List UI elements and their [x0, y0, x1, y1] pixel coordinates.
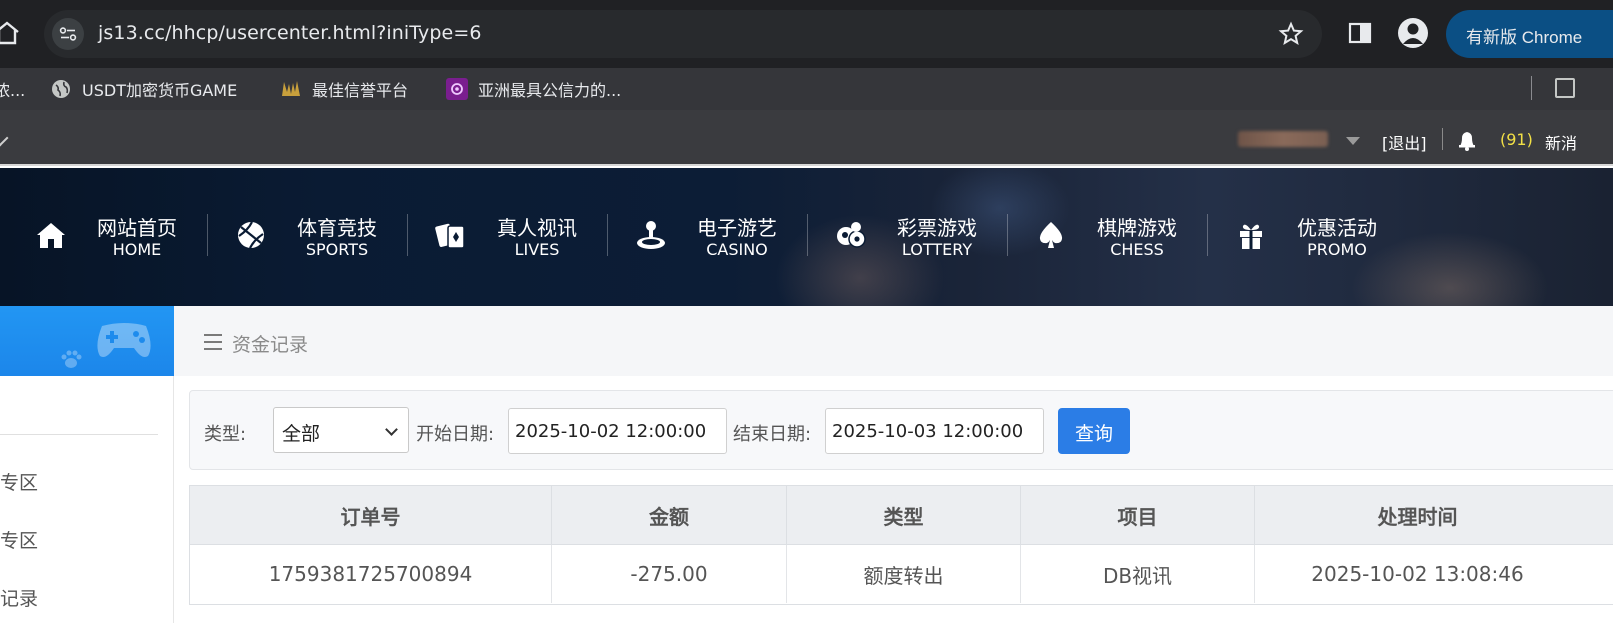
site-logo-icon	[280, 78, 302, 100]
sidebar-divider	[0, 434, 158, 435]
start-date-input[interactable]: 2025-10-02 12:00:00	[508, 408, 727, 454]
start-date-label: 开始日期:	[416, 424, 495, 445]
main-content: 资金记录 类型: 全部 开始日期: 2025-10-02 12:00:00 结束…	[174, 306, 1613, 623]
message-count[interactable]: (91)	[1500, 130, 1533, 149]
spade-icon	[1034, 218, 1068, 252]
browser-toolbar: js13.cc/hhcp/usercenter.html?iniType=6 有…	[0, 0, 1613, 68]
user-sidebar: 专区 专区 记录	[0, 306, 174, 623]
bookmark-item[interactable]: USDT加密货币GAME	[50, 77, 237, 101]
column-header: 项目	[1020, 486, 1254, 544]
nav-lives[interactable]: 真人视讯 LIVES	[400, 212, 600, 262]
sidebar-item[interactable]: 记录	[0, 584, 38, 611]
main-nav: 网站首页 HOME 体育竞技 SPORTS 真人视讯 LIVES 电子游艺 CA…	[0, 168, 1613, 306]
nav-label-cn: 体育竞技	[297, 216, 377, 240]
nav-lottery[interactable]: 彩票游戏 LOTTERY	[800, 212, 1000, 262]
side-panel-icon[interactable]	[1347, 20, 1373, 46]
bookmark-label: 亚洲最具公信力的...	[478, 81, 622, 100]
order-id-cell: 1759381725700894	[268, 562, 473, 586]
bookmark-label: 最佳信誉平台	[312, 81, 409, 100]
time-cell: 2025-10-02 13:08:46	[1254, 545, 1580, 603]
type-cell: 额度转出	[786, 545, 1020, 603]
site-user-bar: [退出] (91) 新消	[0, 110, 1613, 166]
amount-cell: -275.00	[551, 545, 786, 603]
nav-casino[interactable]: 电子游艺 CASINO	[600, 212, 800, 262]
type-select-value: 全部	[282, 423, 321, 445]
nav-label-en: CHESS	[1110, 240, 1164, 259]
column-header: 金额	[551, 486, 786, 544]
bookmark-item[interactable]: 亚洲最具公信力的...	[446, 77, 621, 101]
sidebar-item[interactable]: 专区	[0, 526, 38, 553]
nav-label-en: HOME	[112, 240, 162, 259]
project-cell: DB视讯	[1020, 545, 1254, 603]
sidebar-header	[0, 306, 174, 376]
table-header: 订单号 金额 类型 项目 处理时间	[189, 485, 1613, 545]
gamepad-icon	[92, 316, 156, 362]
table-row: 1759381725700894 -275.00 额度转出 DB视讯 2025-…	[189, 545, 1613, 605]
nav-label-en: CASINO	[706, 240, 768, 259]
paw-icon	[60, 350, 82, 368]
sidebar-item[interactable]: 专区	[0, 468, 38, 495]
end-date-label: 结束日期:	[733, 424, 812, 445]
home-icon[interactable]	[0, 18, 22, 48]
lottery-balls-icon	[834, 218, 868, 252]
type-select[interactable]: 全部	[273, 407, 409, 453]
address-bar[interactable]: js13.cc/hhcp/usercenter.html?iniType=6	[44, 10, 1322, 58]
end-date-input[interactable]: 2025-10-03 12:00:00	[825, 408, 1044, 454]
column-header: 处理时间	[1254, 486, 1580, 544]
nav-label-cn: 彩票游戏	[897, 216, 977, 240]
nav-sports[interactable]: 体育竞技 SPORTS	[200, 212, 400, 262]
profile-avatar-icon[interactable]	[1398, 18, 1428, 48]
type-label: 类型:	[204, 424, 247, 445]
username-redacted	[1238, 131, 1328, 147]
bookmark-folder-icon[interactable]	[1555, 78, 1575, 98]
nav-label-cn: 电子游艺	[697, 216, 777, 240]
chevron-left-icon[interactable]	[0, 129, 9, 147]
site-logo-icon	[446, 78, 468, 100]
nav-label-en: SPORTS	[305, 240, 369, 259]
nav-label-en: LIVES	[514, 240, 560, 259]
bookmark-label: 浓...	[0, 81, 26, 100]
divider	[1442, 128, 1443, 150]
home-icon	[34, 218, 68, 252]
nav-chess[interactable]: 棋牌游戏 CHESS	[1000, 212, 1200, 262]
bookmarks-divider	[1531, 76, 1532, 100]
ball-icon	[234, 218, 268, 252]
nav-label-cn: 网站首页	[97, 216, 177, 240]
nav-label-cn: 棋牌游戏	[1097, 216, 1177, 240]
joystick-icon	[634, 218, 668, 252]
url-text[interactable]: js13.cc/hhcp/usercenter.html?iniType=6	[98, 22, 482, 44]
nav-promo[interactable]: 优惠活动 PROMO	[1200, 212, 1400, 262]
nav-label-cn: 优惠活动	[1297, 216, 1377, 240]
chevron-down-icon[interactable]	[1346, 137, 1360, 145]
bookmark-star-icon[interactable]	[1278, 21, 1304, 47]
page-title: 资金记录	[232, 334, 309, 356]
logout-link[interactable]: [退出]	[1382, 130, 1427, 154]
bookmark-item[interactable]: 最佳信誉平台	[280, 77, 408, 101]
cards-icon	[434, 218, 468, 252]
column-header: 订单号	[340, 504, 401, 529]
nav-label-en: LOTTERY	[901, 240, 973, 259]
chevron-down-icon	[385, 423, 398, 436]
nav-label-en: PROMO	[1307, 240, 1367, 259]
query-button[interactable]: 查询	[1058, 408, 1130, 454]
globe-icon	[50, 78, 72, 100]
filter-bar: 类型: 全部 开始日期: 2025-10-02 12:00:00 结束日期: 2…	[189, 390, 1613, 470]
bell-icon[interactable]	[1455, 128, 1479, 152]
column-header: 类型	[786, 486, 1020, 544]
bookmark-item[interactable]: 浓...	[0, 77, 25, 101]
bookmark-label: USDT加密货币GAME	[82, 81, 238, 100]
nav-home[interactable]: 网站首页 HOME	[0, 212, 200, 262]
nav-label-cn: 真人视讯	[497, 216, 577, 240]
gift-icon	[1234, 218, 1268, 252]
bookmarks-bar: 浓... USDT加密货币GAME 最佳信誉平台 亚洲最具公信力的...	[0, 68, 1613, 110]
chrome-update-button[interactable]: 有新版 Chrome	[1446, 10, 1613, 58]
breadcrumb: 资金记录	[174, 306, 1613, 376]
menu-icon	[204, 334, 222, 350]
message-label[interactable]: 新消	[1545, 130, 1577, 154]
site-info-icon[interactable]	[52, 18, 84, 50]
